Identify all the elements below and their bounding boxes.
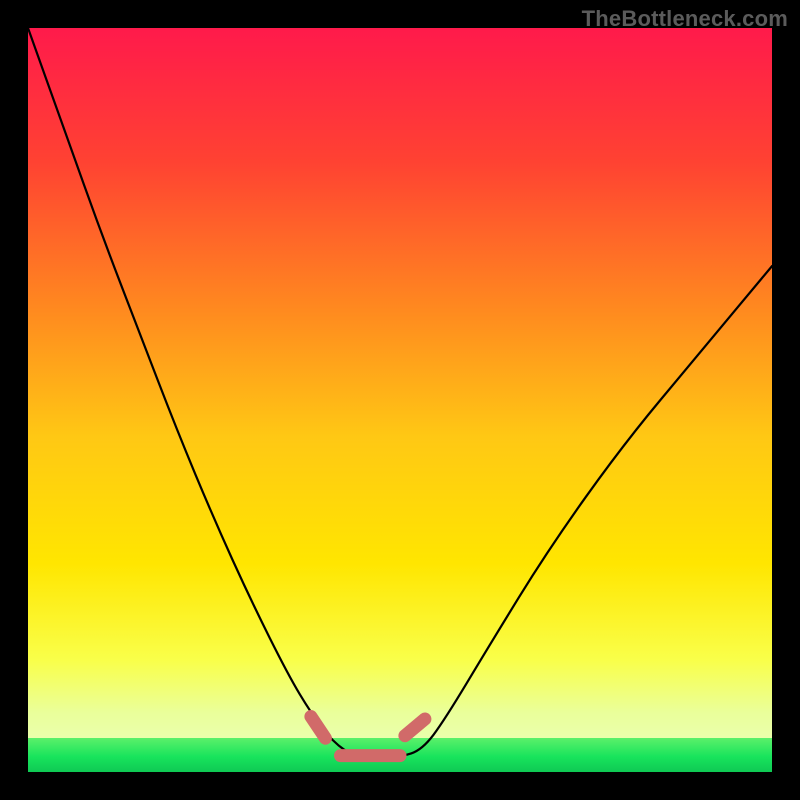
- plot-area: [28, 28, 772, 772]
- watermark-text: TheBottleneck.com: [582, 6, 788, 32]
- chart-frame: TheBottleneck.com: [0, 0, 800, 800]
- chart-svg: [28, 28, 772, 772]
